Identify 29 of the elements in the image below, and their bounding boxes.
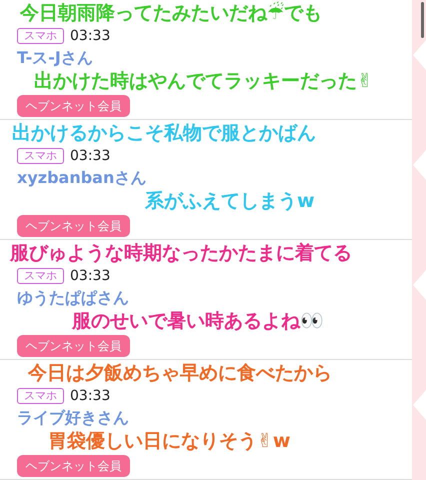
- scrollbar-thumb[interactable]: [421, 2, 424, 38]
- member-button[interactable]: ヘブンネット会員: [17, 335, 130, 357]
- caption-text: 胃袋優しい日になりそう✌w: [48, 430, 290, 452]
- caption-text: 出かけた時はやんでてラッキーだった✌: [34, 70, 373, 92]
- user-name[interactable]: ライブ好きさん: [17, 408, 129, 427]
- member-button[interactable]: ヘブンネット会員: [17, 455, 130, 477]
- user-name[interactable]: ゆうたぱぱさん: [17, 288, 129, 307]
- post-time: 03:33: [70, 28, 110, 44]
- device-tag: スマホ: [17, 148, 64, 164]
- caption-text: 服のせいで暑い時あるよね👀: [72, 310, 324, 332]
- caption-text: 系がふえてしまうw: [145, 190, 315, 212]
- post-time: 03:33: [70, 268, 110, 284]
- caption-text: 服びゅような時期なったかたまに着てる: [10, 242, 352, 264]
- post-time: 03:33: [70, 388, 110, 404]
- triangle-icon: [413, 150, 426, 180]
- device-tag: スマホ: [17, 28, 64, 44]
- member-button[interactable]: ヘブンネット会員: [17, 95, 130, 117]
- post-time: 03:33: [70, 148, 110, 164]
- user-name[interactable]: T-ス-Jさん: [17, 48, 93, 67]
- member-button[interactable]: ヘブンネット会員: [17, 215, 130, 237]
- triangle-icon: [413, 270, 426, 300]
- triangle-icon: [413, 390, 426, 420]
- caption-text: 今日朝雨降ってたみたいだね☔でも: [20, 2, 322, 24]
- device-tag: スマホ: [17, 388, 64, 404]
- user-name[interactable]: xyzbanbanさん: [17, 168, 146, 187]
- caption-text: 今日は夕飯めちゃ早めに食べたから: [28, 362, 332, 384]
- triangle-icon: [413, 40, 426, 70]
- device-tag: スマホ: [17, 268, 64, 284]
- caption-text: 出かけるからこそ私物で服とかばん: [12, 122, 316, 144]
